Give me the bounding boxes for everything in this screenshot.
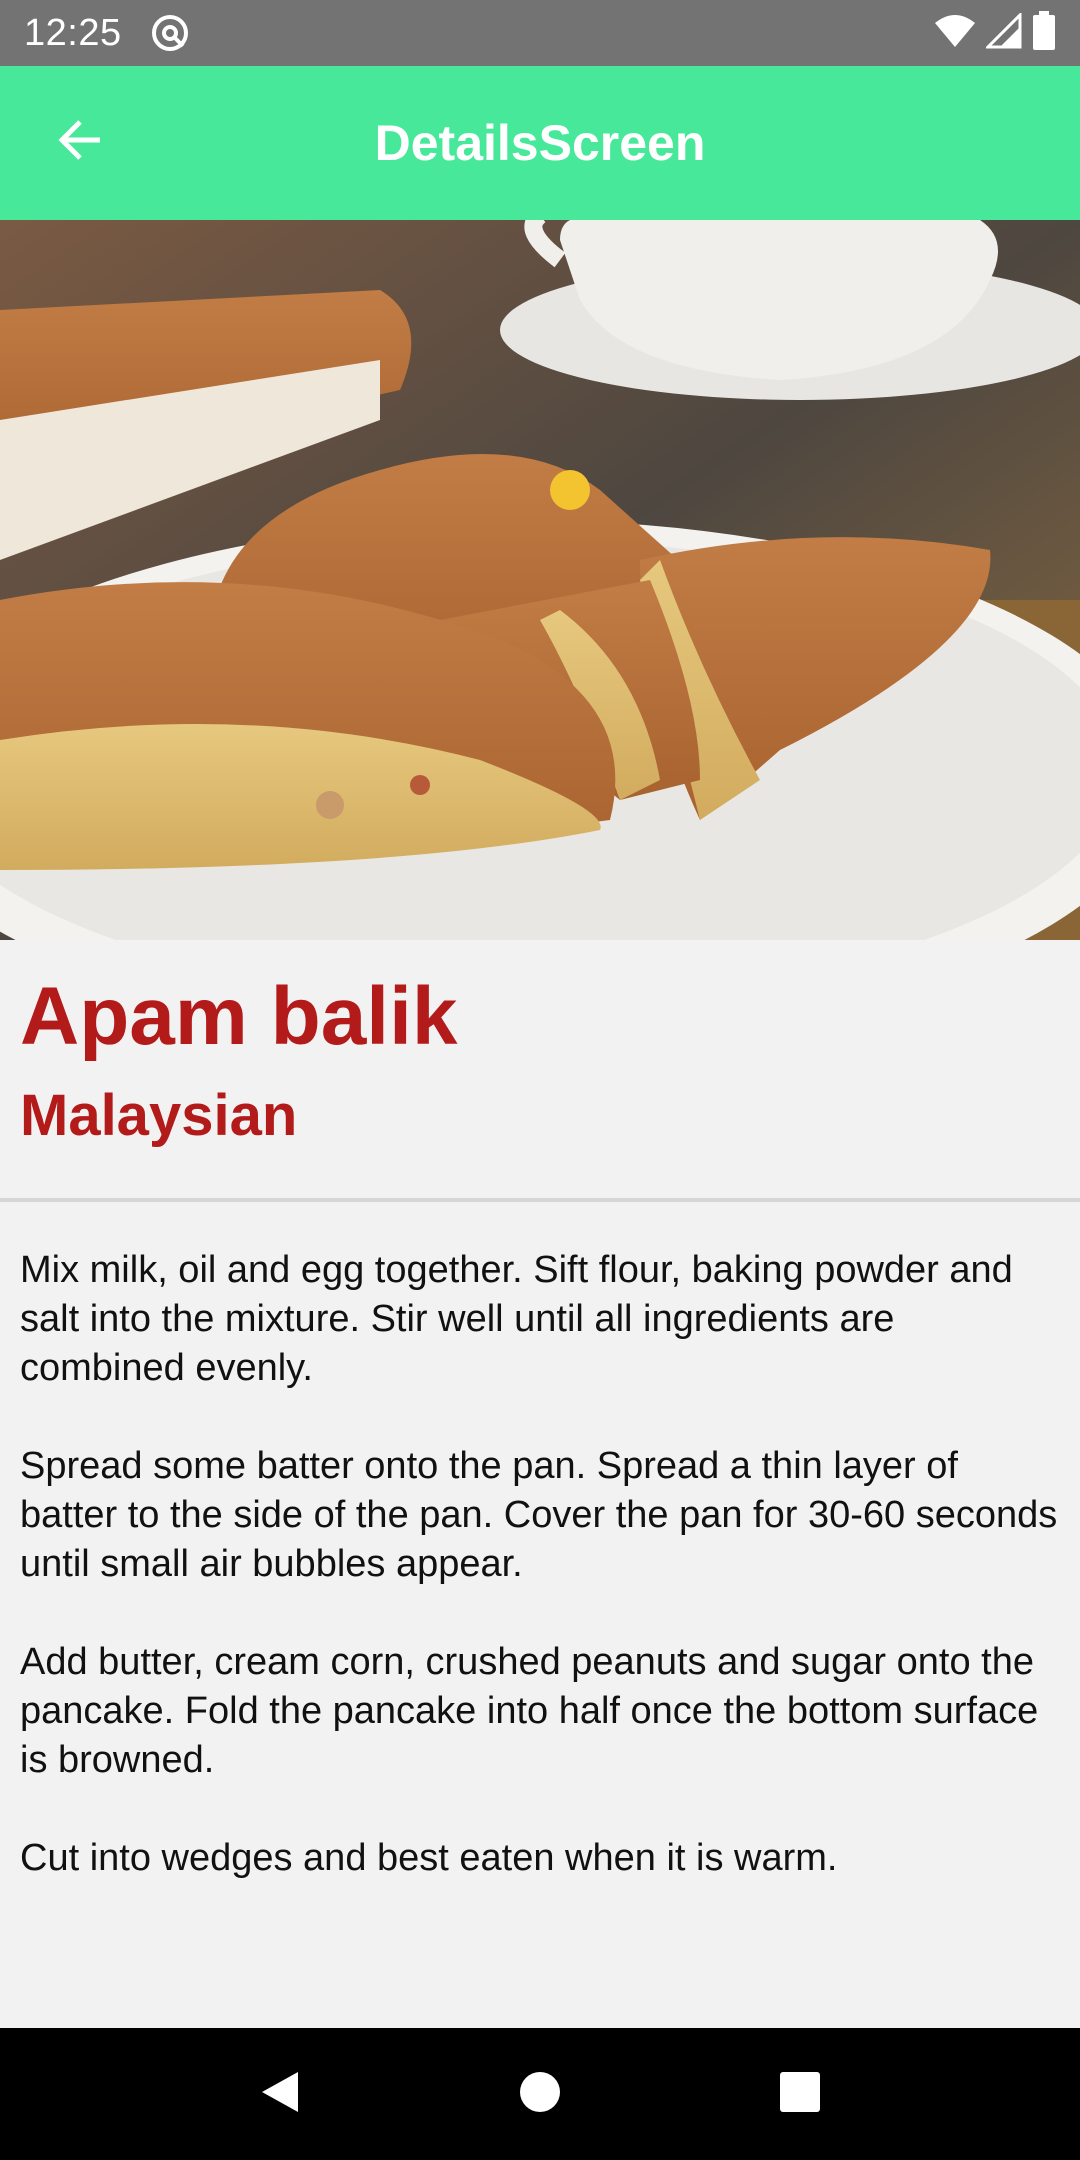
nav-back-button[interactable] [245,2059,315,2129]
status-bar: 12:25 [0,0,1080,66]
home-circle-icon [518,2070,562,2119]
food-name: Apam balik [20,971,458,1062]
at-sign-icon [150,13,190,53]
back-triangle-icon [258,2068,302,2121]
status-icons [934,10,1056,56]
back-button[interactable] [40,102,120,182]
nav-recents-button[interactable] [765,2059,835,2129]
app-title: DetailsScreen [374,115,706,171]
recents-square-icon [778,2070,822,2119]
divider [0,1198,1080,1202]
signal-icon [984,10,1022,54]
nav-home-button[interactable] [505,2059,575,2129]
app-bar: DetailsScreen [0,66,1080,220]
recipe-description: Mix milk, oil and egg together. Sift flo… [20,1249,1058,1879]
battery-icon [1032,10,1056,56]
wifi-icon [934,13,976,54]
arrow-back-icon [56,116,104,169]
food-image [0,220,1080,940]
system-nav-bar [0,2028,1080,2160]
status-time: 12:25 [24,11,122,54]
details-screen: 12:25 DetailsScreen Apam balik Malaysian… [0,0,1080,2160]
food-origin: Malaysian [20,1083,298,1148]
